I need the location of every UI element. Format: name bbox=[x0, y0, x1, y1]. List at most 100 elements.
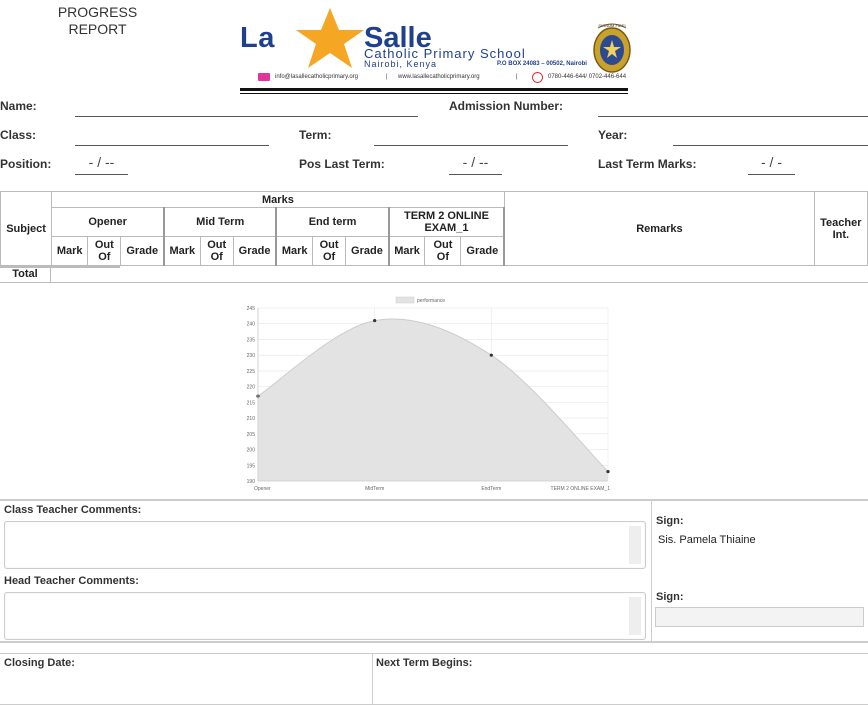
x-tick-label: Opener bbox=[254, 486, 271, 492]
logo-divider-thin bbox=[240, 93, 628, 94]
comments-section: Class Teacher Comments: Head Teacher Com… bbox=[0, 499, 868, 643]
y-tick-label: 220 bbox=[247, 385, 256, 391]
y-tick-label: 205 bbox=[247, 432, 256, 438]
y-tick-label: 200 bbox=[247, 448, 256, 454]
performance-point bbox=[606, 469, 610, 474]
school-website: www.lasallecatholicprimary.org bbox=[398, 74, 480, 80]
y-tick-label: 215 bbox=[247, 400, 256, 406]
year-label: Year: bbox=[598, 128, 628, 142]
term2-online-header: TERM 2 ONLINE EXAM_1 bbox=[388, 207, 506, 237]
school-logo: La Salle Catholic Primary School Nairobi… bbox=[240, 8, 632, 96]
class-teacher-sign-name: Sis. Pamela Thiaine bbox=[658, 534, 756, 546]
y-tick-label: 225 bbox=[247, 369, 256, 375]
performance-chart: 190 195 200 205 210 215 220 225 230 235 240 245 Open… bbox=[247, 296, 611, 492]
opener-mark-header: Mark bbox=[51, 236, 89, 266]
name-field[interactable] bbox=[75, 116, 418, 117]
pos-last-term-value: - / -- bbox=[462, 154, 489, 170]
position-label: Position: bbox=[0, 157, 52, 171]
teacher-initials-header: Teacher Int. bbox=[813, 191, 868, 266]
next-term-label: Next Term Begins: bbox=[376, 657, 473, 669]
logo-divider-thick bbox=[240, 88, 628, 91]
total-row-accent bbox=[0, 266, 120, 268]
report-title: PROGRESS REPORT bbox=[55, 4, 140, 38]
y-tick-label: 230 bbox=[247, 353, 256, 359]
x-tick-label: EndTerm bbox=[481, 486, 501, 492]
legend-swatch bbox=[395, 296, 415, 304]
head-teacher-comments-scrollbar[interactable] bbox=[629, 597, 641, 635]
total-label: Total bbox=[0, 266, 51, 283]
opener-outof-header: Out Of bbox=[87, 236, 122, 266]
term-field[interactable] bbox=[374, 145, 568, 146]
x-tick-label: TERM 2 ONLINE EXAM_1 bbox=[551, 486, 611, 492]
head-teacher-comments-input[interactable] bbox=[4, 592, 646, 640]
x-tick-label: MidTerm bbox=[365, 486, 384, 492]
report-title-line2: REPORT bbox=[68, 21, 127, 37]
head-teacher-sign-label: Sign: bbox=[656, 591, 684, 603]
head-teacher-sign-field[interactable] bbox=[655, 607, 864, 627]
y-tick-label: 245 bbox=[247, 306, 256, 312]
remarks-header: Remarks bbox=[503, 191, 815, 266]
legend-label: performance bbox=[417, 298, 445, 304]
midterm-outof-header: Out Of bbox=[199, 236, 234, 266]
school-phone: 0780-446-644/ 0702-446-644 bbox=[548, 74, 627, 80]
midterm-grade-header: Grade bbox=[232, 236, 278, 266]
y-tick-label: 190 bbox=[247, 479, 256, 485]
year-field[interactable] bbox=[673, 145, 868, 146]
term-label: Term: bbox=[299, 128, 332, 142]
class-teacher-comments-scrollbar[interactable] bbox=[629, 526, 641, 564]
phone-icon bbox=[532, 72, 543, 83]
last-term-marks-value: - / - bbox=[761, 154, 782, 170]
y-tick-label: 240 bbox=[247, 322, 256, 328]
opener-grade-header: Grade bbox=[120, 236, 166, 266]
report-title-line1: PROGRESS bbox=[57, 4, 138, 20]
class-teacher-comments-input[interactable] bbox=[4, 521, 646, 569]
y-tick-label: 235 bbox=[247, 337, 256, 343]
opener-header: Opener bbox=[51, 207, 166, 237]
footer-section: Closing Date: Next Term Begins: bbox=[0, 653, 868, 705]
closing-date-label: Closing Date: bbox=[4, 657, 75, 669]
endterm-grade-header: Grade bbox=[345, 236, 390, 266]
footer-divider bbox=[372, 654, 373, 705]
term2-outof-header: Out Of bbox=[424, 236, 462, 266]
marks-table: Subject Marks Remarks Teacher Int. Opene… bbox=[0, 191, 868, 266]
last-term-marks-label: Last Term Marks: bbox=[598, 157, 697, 171]
term2-mark-header: Mark bbox=[388, 236, 426, 266]
comments-divider bbox=[651, 501, 652, 643]
subject-header: Subject bbox=[0, 191, 53, 266]
head-teacher-comments-label: Head Teacher Comments: bbox=[4, 575, 139, 587]
admission-number-field[interactable] bbox=[598, 116, 868, 117]
pos-last-term-underline bbox=[449, 174, 502, 175]
email-icon bbox=[258, 73, 270, 81]
crest-text: SIGNUM FIDEI bbox=[598, 23, 625, 28]
y-tick-label: 195 bbox=[247, 463, 256, 469]
last-term-marks-underline bbox=[748, 174, 795, 175]
position-value: - / -- bbox=[88, 154, 115, 170]
name-label: Name: bbox=[0, 99, 37, 113]
class-teacher-comments-label: Class Teacher Comments: bbox=[4, 504, 142, 516]
crest-icon: SIGNUM FIDEI bbox=[593, 23, 631, 73]
school-name-part1: La bbox=[240, 22, 275, 54]
term2-grade-header: Grade bbox=[460, 236, 506, 266]
class-field[interactable] bbox=[75, 145, 269, 146]
star-icon bbox=[296, 8, 364, 68]
performance-area bbox=[258, 319, 608, 481]
contact-separator-2: | bbox=[516, 74, 518, 80]
school-contact-strip: info@lasallecatholicprimary.org | www.la… bbox=[258, 72, 630, 84]
endterm-outof-header: Out Of bbox=[311, 236, 347, 266]
position-underline bbox=[75, 174, 128, 175]
class-teacher-sign-label: Sign: bbox=[656, 515, 684, 527]
class-label: Class: bbox=[0, 128, 37, 142]
performance-point bbox=[489, 353, 493, 357]
midterm-mark-header: Mark bbox=[163, 236, 201, 266]
marks-header: Marks bbox=[51, 191, 505, 208]
y-tick-label: 210 bbox=[247, 416, 256, 422]
school-pobox: P.O BOX 24083 – 00502, Nairobi bbox=[497, 61, 587, 67]
endterm-header: End term bbox=[275, 207, 390, 237]
admission-number-label: Admission Number: bbox=[449, 99, 564, 113]
performance-point bbox=[373, 318, 377, 323]
school-email: info@lasallecatholicprimary.org bbox=[275, 74, 359, 80]
total-row: Total bbox=[0, 266, 868, 283]
pos-last-term-label: Pos Last Term: bbox=[299, 157, 385, 171]
contact-separator-1: | bbox=[386, 74, 388, 80]
endterm-mark-header: Mark bbox=[275, 236, 314, 266]
